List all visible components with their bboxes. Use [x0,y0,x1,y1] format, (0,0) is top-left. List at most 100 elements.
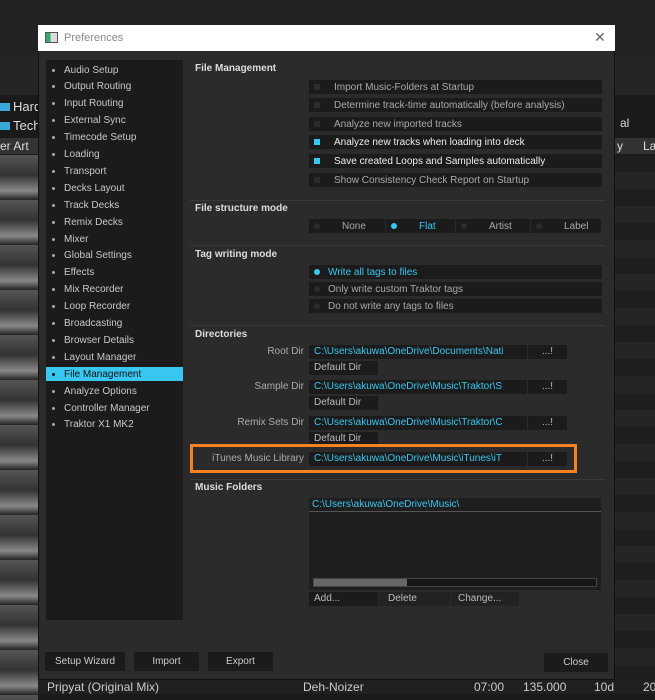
checkbox-option[interactable]: Save created Loops and Samples automatic… [309,154,602,168]
sidebar-item-label: External Sync [64,115,126,127]
music-folder-item[interactable]: C:\Users\akuwa\OneDrive\Music\ [309,498,601,512]
browse-button[interactable]: ...! [528,345,567,359]
column-header[interactable]: La [643,139,655,153]
radio-icon[interactable] [536,223,542,229]
radio-flat[interactable]: Flat [386,219,455,233]
tag-mode-label: Only write custom Traktor tags [328,283,464,295]
dialog-title-bar[interactable]: Preferences [38,25,615,51]
radio-label[interactable]: Label [531,219,601,233]
bullet-icon [52,355,55,359]
checkbox-icon[interactable] [314,139,320,145]
sidebar-item-broadcasting[interactable]: Broadcasting [46,317,183,331]
sidebar-item-label: Effects [64,267,95,279]
track-key: 10d [594,680,615,694]
sidebar-item-effects[interactable]: Effects [46,266,183,280]
dir-path-field[interactable]: C:\Users\akuwa\OneDrive\Documents\Nati [309,345,527,359]
close-icon[interactable]: ✕ [594,29,606,46]
sidebar-item-track-decks[interactable]: Track Decks [46,198,183,212]
checkbox-label: Import Music-Folders at Startup [334,81,475,93]
bullet-icon [52,423,55,427]
radio-icon[interactable] [314,286,320,292]
tag-mode-option[interactable]: Do not write any tags to files [309,299,602,313]
tree-label: Hard [13,99,42,114]
sidebar-item-label: Mix Recorder [64,284,124,296]
tag-mode-option[interactable]: Write all tags to files [309,265,602,279]
sidebar-item-browser-details[interactable]: Browser Details [46,333,183,347]
checkbox-option[interactable]: Import Music-Folders at Startup [309,80,602,94]
change-folder-button[interactable]: Change... [451,592,519,606]
sidebar-item-external-sync[interactable]: External Sync [46,114,183,128]
horizontal-scrollbar[interactable] [313,578,597,587]
radio-icon[interactable] [314,269,320,275]
sidebar-item-traktor-x1-mk2[interactable]: Traktor X1 MK2 [46,418,183,432]
checkbox-option[interactable]: Show Consistency Check Report on Startup [309,173,602,187]
sidebar-item-input-routing[interactable]: Input Routing [46,97,183,111]
checkbox-label: Show Consistency Check Report on Startup [334,174,530,186]
checkbox-icon[interactable] [314,121,320,127]
column-header: al [620,116,630,130]
radio-artist[interactable]: Artist [456,219,530,233]
sidebar-item-transport[interactable]: Transport [46,164,183,178]
sidebar-item-audio-setup[interactable]: Audio Setup [46,63,183,77]
sidebar-item-layout-manager[interactable]: Layout Manager [46,350,183,364]
scrollbar-thumb[interactable] [314,579,408,586]
sidebar-item-loading[interactable]: Loading [46,148,183,162]
sidebar-item-decks-layout[interactable]: Decks Layout [46,181,183,195]
add-folder-button[interactable]: Add... [309,592,378,606]
checkbox-option[interactable]: Determine track-time automatically (befo… [309,98,602,112]
radio-none[interactable]: None [309,219,385,233]
checkbox-icon[interactable] [314,84,320,90]
setup-wizard-button[interactable]: Setup Wizard [45,652,125,671]
sidebar-item-global-settings[interactable]: Global Settings [46,249,183,263]
sidebar-item-timecode-setup[interactable]: Timecode Setup [46,131,183,145]
checkbox-icon[interactable] [314,102,320,108]
bullet-icon [52,389,55,393]
sidebar-item-label: Audio Setup [64,64,119,76]
sidebar-item-remix-decks[interactable]: Remix Decks [46,215,183,229]
music-folders-list[interactable]: C:\Users\akuwa\OneDrive\Music\ [309,498,601,590]
sidebar-item-analyze-options[interactable]: Analyze Options [46,384,183,398]
column-header-art[interactable]: er Art [0,139,29,153]
sidebar-item-file-management[interactable]: File Management [46,367,183,382]
radio-icon[interactable] [314,223,320,229]
tree-item[interactable]: Tech [0,116,41,135]
export-button[interactable]: Export [208,652,273,671]
radio-icon[interactable] [461,223,467,229]
bullet-icon [52,153,55,156]
sidebar-item-output-routing[interactable]: Output Routing [46,80,183,94]
sidebar-item-mixer[interactable]: Mixer [46,232,183,246]
checkbox-icon[interactable] [314,177,320,183]
tree-item[interactable]: Hard [0,97,41,116]
radio-icon[interactable] [314,303,320,309]
track-row[interactable]: Pripyat (Original Mix) Deh-Noizer 07:00 … [38,680,655,694]
checkbox-option[interactable]: Analyze new imported tracks [309,117,602,131]
bullet-icon [52,288,55,292]
browse-button[interactable]: ...! [528,380,567,394]
delete-folder-button[interactable]: Delete [379,592,450,606]
browse-button[interactable]: ...! [528,416,567,430]
checkbox-icon[interactable] [314,158,320,164]
default-dir-button[interactable]: Default Dir [309,361,378,375]
tag-mode-option[interactable]: Only write custom Traktor tags [309,282,602,296]
sidebar-item-controller-manager[interactable]: Controller Manager [46,401,183,415]
sidebar-item-label: Mixer [64,233,89,245]
sidebar-item-mix-recorder[interactable]: Mix Recorder [46,283,183,297]
dir-path-field[interactable]: C:\Users\akuwa\OneDrive\Music\Traktor\C [309,416,527,430]
default-dir-button[interactable]: Default Dir [309,396,378,410]
checkbox-option[interactable]: Analyze new tracks when loading into dec… [309,135,602,149]
tree-label: Tech [13,118,41,133]
sidebar-item-label: Input Routing [64,98,124,110]
close-button[interactable]: Close [544,653,608,672]
sidebar-item-label: Timecode Setup [64,132,137,144]
sidebar-item-loop-recorder[interactable]: Loop Recorder [46,300,183,314]
preferences-sidebar: Audio Setup Output Routing Input Routing Ex… [46,60,183,620]
sidebar-item-label: File Management [64,368,142,380]
divider [190,245,605,246]
import-button[interactable]: Import [134,652,199,671]
folder-icon [0,102,10,111]
column-header[interactable]: y [617,139,623,153]
radio-icon[interactable] [391,223,397,229]
dir-path-field[interactable]: C:\Users\akuwa\OneDrive\Music\Traktor\S [309,380,527,394]
section-title: Music Folders [195,482,263,493]
bullet-icon [52,85,55,89]
